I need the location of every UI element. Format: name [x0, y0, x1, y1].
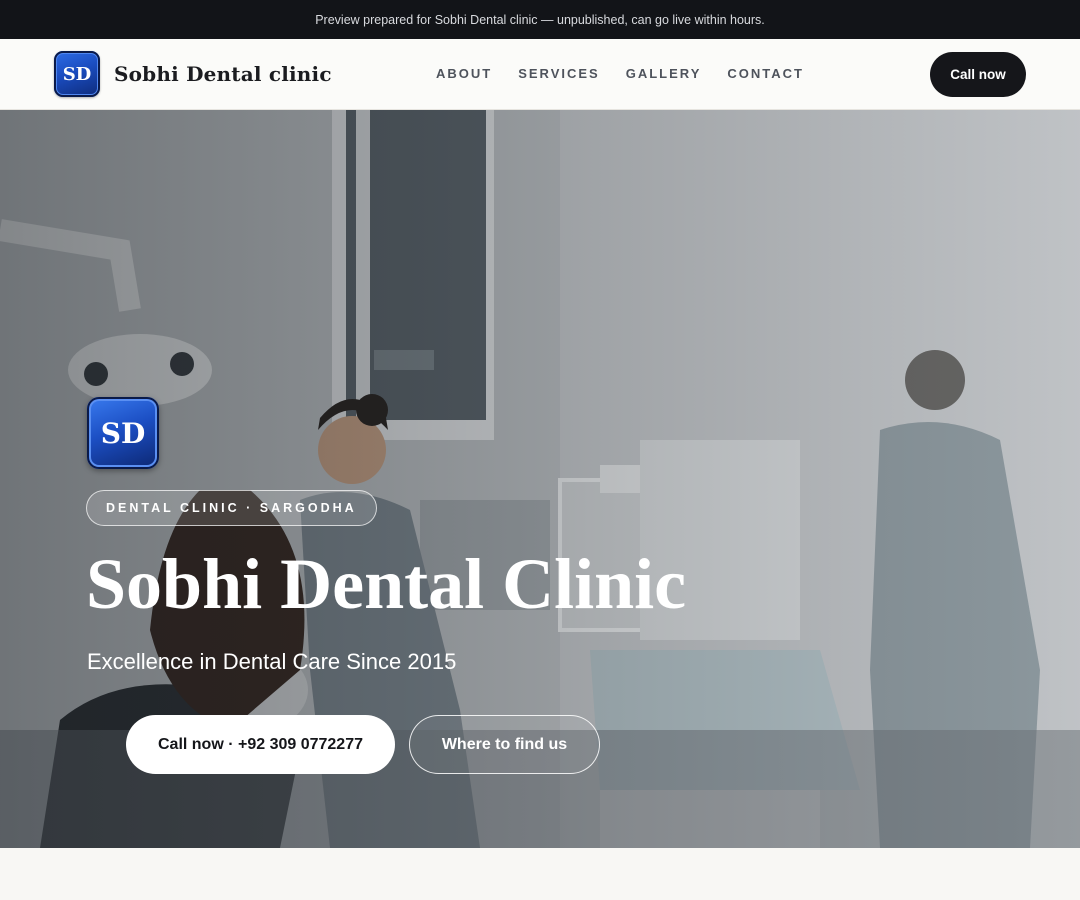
nav-link-services[interactable]: SERVICES [518, 66, 600, 81]
where-to-find-us-button[interactable]: Where to find us [409, 715, 600, 774]
nav-link-contact[interactable]: CONTACT [727, 66, 804, 81]
hero-title: Sobhi Dental Clinic [86, 544, 687, 624]
preview-banner: Preview prepared for Sobhi Dental clinic… [0, 0, 1080, 39]
below-hero-section [0, 848, 1080, 900]
hero-section: SD DENTAL CLINIC · SARGODHA Sobhi Dental… [0, 110, 1080, 848]
nav-link-about[interactable]: ABOUT [436, 66, 492, 81]
hero-subtitle: Excellence in Dental Care Since 2015 [87, 649, 457, 674]
hero-logo: SD [87, 397, 159, 469]
hero-location-tag: DENTAL CLINIC · SARGODHA [86, 490, 377, 526]
nav-link-gallery[interactable]: GALLERY [626, 66, 702, 81]
brand[interactable]: SD Sobhi Dental clinic [54, 51, 332, 97]
clinic-logo[interactable]: SD [54, 51, 100, 97]
preview-banner-text: Preview prepared for Sobhi Dental clinic… [315, 12, 765, 27]
clinic-logo-text: SD [62, 63, 92, 85]
hero-call-button[interactable]: Call now · +92 309 0772277 [126, 715, 395, 774]
main-nav: ABOUT SERVICES GALLERY CONTACT [436, 66, 830, 81]
brand-name[interactable]: Sobhi Dental clinic [114, 62, 332, 86]
site-header: SD Sobhi Dental clinic ABOUT SERVICES GA… [0, 39, 1080, 110]
header-call-button[interactable]: Call now [930, 52, 1026, 97]
hero-logo-text: SD [100, 416, 146, 450]
